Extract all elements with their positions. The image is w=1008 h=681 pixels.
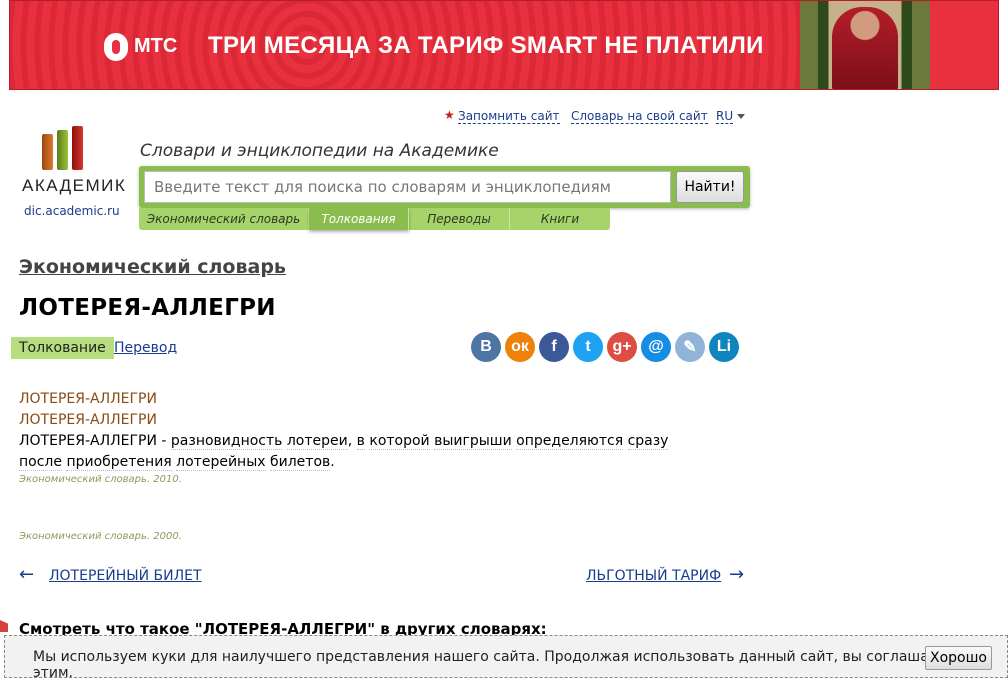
banner-person — [832, 7, 898, 89]
prev-entry[interactable]: ← ЛОТЕРЕЙНЫЙ БИЛЕТ — [19, 564, 202, 585]
bookmark-icon — [0, 620, 8, 632]
dictionary-title-link[interactable]: Экономический словарь — [19, 256, 286, 278]
banner-photo — [800, 1, 930, 89]
vk-icon[interactable]: В — [471, 332, 501, 362]
twitter-icon[interactable]: t — [573, 332, 603, 362]
definition-word[interactable]: билетов — [270, 454, 331, 471]
definition-word[interactable]: определяются — [516, 433, 624, 450]
ad-banner[interactable]: МТС ТРИ МЕСЯЦА ЗА ТАРИФ SMART НЕ ПЛАТИЛИ — [9, 0, 999, 90]
cookie-text: Мы используем куки для наилучшего предст… — [33, 649, 983, 681]
headword-link[interactable]: ЛОТЕРЕЯ-АЛЛЕГРИ — [19, 410, 669, 431]
definition-word[interactable]: после — [19, 454, 62, 471]
source-note: Экономический словарь. 2000. — [19, 531, 182, 542]
tab-books[interactable]: Книги — [510, 208, 610, 230]
cookie-banner: Мы используем куки для наилучшего предст… — [4, 635, 1008, 681]
mts-egg-icon — [104, 33, 128, 61]
definition-word[interactable]: выигрыши — [434, 433, 512, 450]
banner-edge — [930, 1, 998, 89]
headword-link[interactable]: ЛОТЕРЕЯ-АЛЛЕГРИ — [19, 389, 669, 410]
definition-term: ЛОТЕРЕЯ-АЛЛЕГРИ — [19, 433, 157, 449]
mail-icon[interactable]: @ — [641, 332, 671, 362]
prev-entry-link[interactable]: ЛОТЕРЕЙНЫЙ БИЛЕТ — [49, 568, 202, 584]
definition-word[interactable]: приобретения — [66, 454, 172, 471]
tab-economic-dictionary[interactable]: Экономический словарь — [139, 208, 309, 230]
dictionary-on-site-link[interactable]: Словарь на свой сайт — [571, 109, 708, 124]
arrow-right-icon[interactable]: → — [729, 564, 744, 585]
article-body: ЛОТЕРЕЯ-АЛЛЕГРИ ЛОТЕРЕЯ-АЛЛЕГРИ ЛОТЕРЕЯ-… — [19, 389, 669, 473]
search-tabs: Экономический словарь Толкования Перевод… — [139, 208, 610, 230]
next-entry-link[interactable]: ЛЬГОТНЫЙ ТАРИФ — [586, 568, 721, 584]
cookie-accept-button[interactable]: Хорошо — [925, 646, 992, 670]
tab-translations[interactable]: Переводы — [409, 208, 510, 230]
livejournal-icon[interactable]: ✎ — [675, 332, 705, 362]
language-select[interactable]: RU — [716, 109, 734, 124]
definition-word[interactable]: в — [356, 433, 365, 450]
star-icon: ★ — [444, 108, 455, 122]
banner-brand: МТС — [134, 35, 178, 57]
share-buttons: Вок f t g+ @ ✎ Li — [471, 332, 739, 362]
remember-site-link[interactable]: Запомнить сайт — [458, 109, 560, 124]
tab-interpretation[interactable]: Толкование — [11, 337, 114, 359]
odnoklassniki-icon[interactable]: ок — [505, 332, 535, 362]
site-tagline: Словари и энциклопедии на Академике — [140, 141, 499, 161]
definition-word[interactable]: лотереи — [286, 433, 348, 450]
tab-interpretations[interactable]: Толкования — [309, 208, 409, 230]
logo-url-link[interactable]: dic.academic.ru — [24, 204, 120, 218]
banner-text: ТРИ МЕСЯЦА ЗА ТАРИФ SMART НЕ ПЛАТИЛИ — [208, 32, 764, 59]
chevron-down-icon[interactable] — [737, 114, 745, 119]
logo-name: АКАДЕМИК — [22, 176, 127, 195]
liveinternet-icon[interactable]: Li — [709, 332, 739, 362]
definition-dash: - — [156, 433, 171, 449]
definition-word[interactable]: сразу — [627, 433, 669, 450]
arrow-left-icon[interactable]: ← — [19, 564, 34, 585]
google-plus-icon[interactable]: g+ — [607, 332, 637, 362]
definition-word[interactable]: лотерейных — [176, 454, 266, 471]
academic-logo-icon[interactable] — [42, 126, 90, 170]
facebook-icon[interactable]: f — [539, 332, 569, 362]
page-title: ЛОТЕРЕЯ-АЛЛЕГРИ — [19, 295, 276, 321]
search-input[interactable] — [144, 171, 671, 203]
definition-word[interactable]: которой — [369, 433, 430, 450]
search-button[interactable]: Найти! — [676, 171, 744, 203]
tab-translation[interactable]: Перевод — [114, 340, 177, 356]
source-note: Экономический словарь. 2010. — [19, 474, 182, 485]
search-bar: Найти! — [139, 166, 750, 208]
definition-text: ЛОТЕРЕЯ-АЛЛЕГРИ - разновидность лотереи,… — [19, 431, 669, 473]
definition-word[interactable]: разновидность — [170, 433, 283, 450]
